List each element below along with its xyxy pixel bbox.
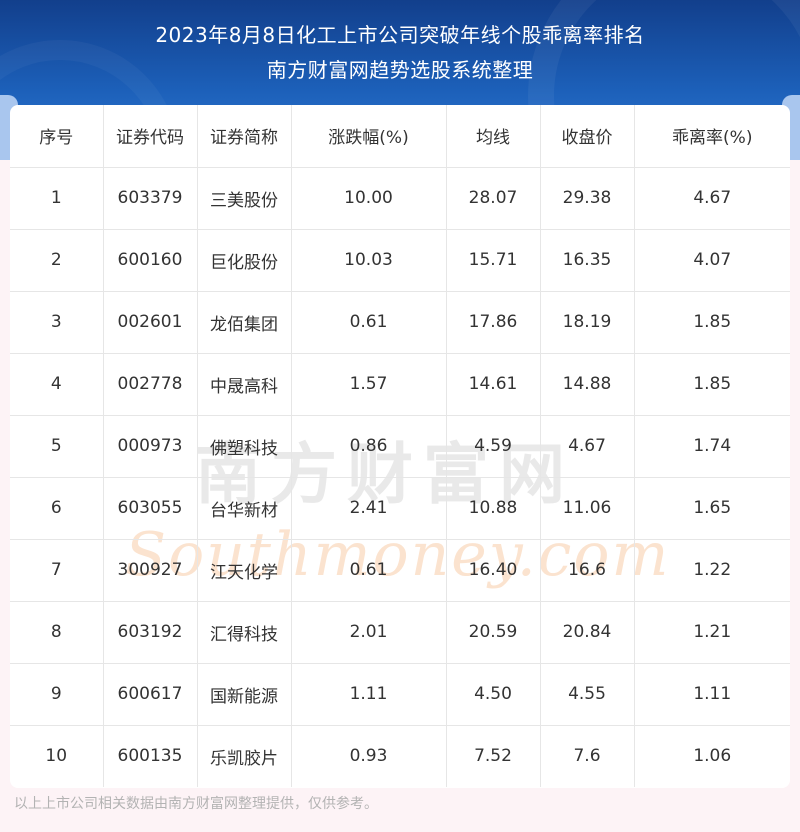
table-cell: 江天化学: [197, 539, 292, 602]
table-cell: 29.38: [540, 167, 635, 230]
table-cell: 11.06: [540, 477, 635, 540]
table-row: 10 600135 乐凯胶片 0.93 7.52 7.6 1.06: [10, 725, 790, 787]
table-cell: 0.61: [291, 291, 447, 354]
table-cell: 1.11: [634, 663, 790, 726]
table-row: 3 002601 龙佰集团 0.61 17.86 18.19 1.85: [10, 291, 790, 354]
table-cell: 10.00: [291, 167, 447, 230]
table-cell: 002778: [103, 353, 198, 416]
table-cell: 14.88: [540, 353, 635, 416]
table-cell: 台华新材: [197, 477, 292, 540]
table-cell: 14.61: [446, 353, 541, 416]
table-cell: 16.6: [540, 539, 635, 602]
column-header: 证券简称: [197, 105, 292, 168]
table-cell: 000973: [103, 415, 198, 478]
table-cell: 1.65: [634, 477, 790, 540]
table-cell: 1.85: [634, 291, 790, 354]
table-cell: 4.67: [634, 167, 790, 230]
table-cell: 4: [10, 353, 104, 416]
table-cell: 巨化股份: [197, 229, 292, 292]
table-cell: 4.07: [634, 229, 790, 292]
table-cell: 4.55: [540, 663, 635, 726]
table-cell: 9: [10, 663, 104, 726]
table-cell: 4.50: [446, 663, 541, 726]
column-header: 收盘价: [540, 105, 635, 168]
table-cell: 1.22: [634, 539, 790, 602]
table-cell: 603192: [103, 601, 198, 664]
ranking-table: 序号 证券代码 证券简称 涨跌幅(%) 均线 收盘价 乖离率(%) 1 6033…: [10, 105, 790, 787]
table-cell: 17.86: [446, 291, 541, 354]
table-cell: 汇得科技: [197, 601, 292, 664]
table-row: 7 300927 江天化学 0.61 16.40 16.6 1.22: [10, 539, 790, 602]
table-cell: 国新能源: [197, 663, 292, 726]
table-row: 1 603379 三美股份 10.00 28.07 29.38 4.67: [10, 167, 790, 230]
table-cell: 16.40: [446, 539, 541, 602]
table-cell: 603379: [103, 167, 198, 230]
table-cell: 8: [10, 601, 104, 664]
table-cell: 乐凯胶片: [197, 725, 292, 787]
table-cell: 7: [10, 539, 104, 602]
table-cell: 三美股份: [197, 167, 292, 230]
table-cell: 0.86: [291, 415, 447, 478]
table-cell: 1.85: [634, 353, 790, 416]
column-header: 证券代码: [103, 105, 198, 168]
table-cell: 4.59: [446, 415, 541, 478]
table-cell: 1.21: [634, 601, 790, 664]
table-cell: 5: [10, 415, 104, 478]
table-cell: 3: [10, 291, 104, 354]
footnote-disclaimer: 以上上市公司相关数据由南方财富网整理提供，仅供参考。: [14, 796, 378, 812]
table-row: 9 600617 国新能源 1.11 4.50 4.55 1.11: [10, 663, 790, 726]
table-cell: 2.01: [291, 601, 447, 664]
column-header: 均线: [446, 105, 541, 168]
table-row: 4 002778 中晟高科 1.57 14.61 14.88 1.85: [10, 353, 790, 416]
table-cell: 0.93: [291, 725, 447, 787]
table-cell: 1.57: [291, 353, 447, 416]
table-header-row: 序号 证券代码 证券简称 涨跌幅(%) 均线 收盘价 乖离率(%): [10, 105, 790, 168]
table-cell: 中晟高科: [197, 353, 292, 416]
table-cell: 0.61: [291, 539, 447, 602]
column-header: 乖离率(%): [634, 105, 790, 168]
table-cell: 600135: [103, 725, 198, 787]
table-cell: 4.67: [540, 415, 635, 478]
table-cell: 10: [10, 725, 104, 787]
table-cell: 603055: [103, 477, 198, 540]
table-row: 5 000973 佛塑科技 0.86 4.59 4.67 1.74: [10, 415, 790, 478]
table-cell: 18.19: [540, 291, 635, 354]
table-cell: 7.6: [540, 725, 635, 787]
table-cell: 15.71: [446, 229, 541, 292]
table-cell: 600160: [103, 229, 198, 292]
table-cell: 1.74: [634, 415, 790, 478]
table-cell: 10.03: [291, 229, 447, 292]
table-cell: 1.11: [291, 663, 447, 726]
table-cell: 2.41: [291, 477, 447, 540]
table-card: 南方财富网 Southmoney.com 序号 证券代码 证券简称 涨跌幅(%)…: [10, 105, 790, 788]
table-cell: 10.88: [446, 477, 541, 540]
table-cell: 佛塑科技: [197, 415, 292, 478]
table-cell: 28.07: [446, 167, 541, 230]
page-subtitle: 南方财富网趋势选股系统整理: [266, 58, 534, 82]
table-cell: 20.59: [446, 601, 541, 664]
table-cell: 300927: [103, 539, 198, 602]
table-cell: 1.06: [693, 746, 732, 767]
column-header: 序号: [10, 105, 104, 168]
table-row: 2 600160 巨化股份 10.03 15.71 16.35 4.07: [10, 229, 790, 292]
page-title: 2023年8月8日化工上市公司突破年线个股乖离率排名: [155, 23, 645, 47]
table-cell: 龙佰集团: [197, 291, 292, 354]
table-row: 8 603192 汇得科技 2.01 20.59 20.84 1.21: [10, 601, 790, 664]
column-header: 涨跌幅(%): [291, 105, 447, 168]
table-cell: 6: [10, 477, 104, 540]
table-cell: 600617: [103, 663, 198, 726]
table-cell: 20.84: [540, 601, 635, 664]
table-cell: 1: [10, 167, 104, 230]
table-cell: 002601: [103, 291, 198, 354]
table-cell: 16.35: [540, 229, 635, 292]
table-cell: 2: [10, 229, 104, 292]
table-cell: 7.52: [446, 725, 541, 787]
table-row: 6 603055 台华新材 2.41 10.88 11.06 1.65: [10, 477, 790, 540]
